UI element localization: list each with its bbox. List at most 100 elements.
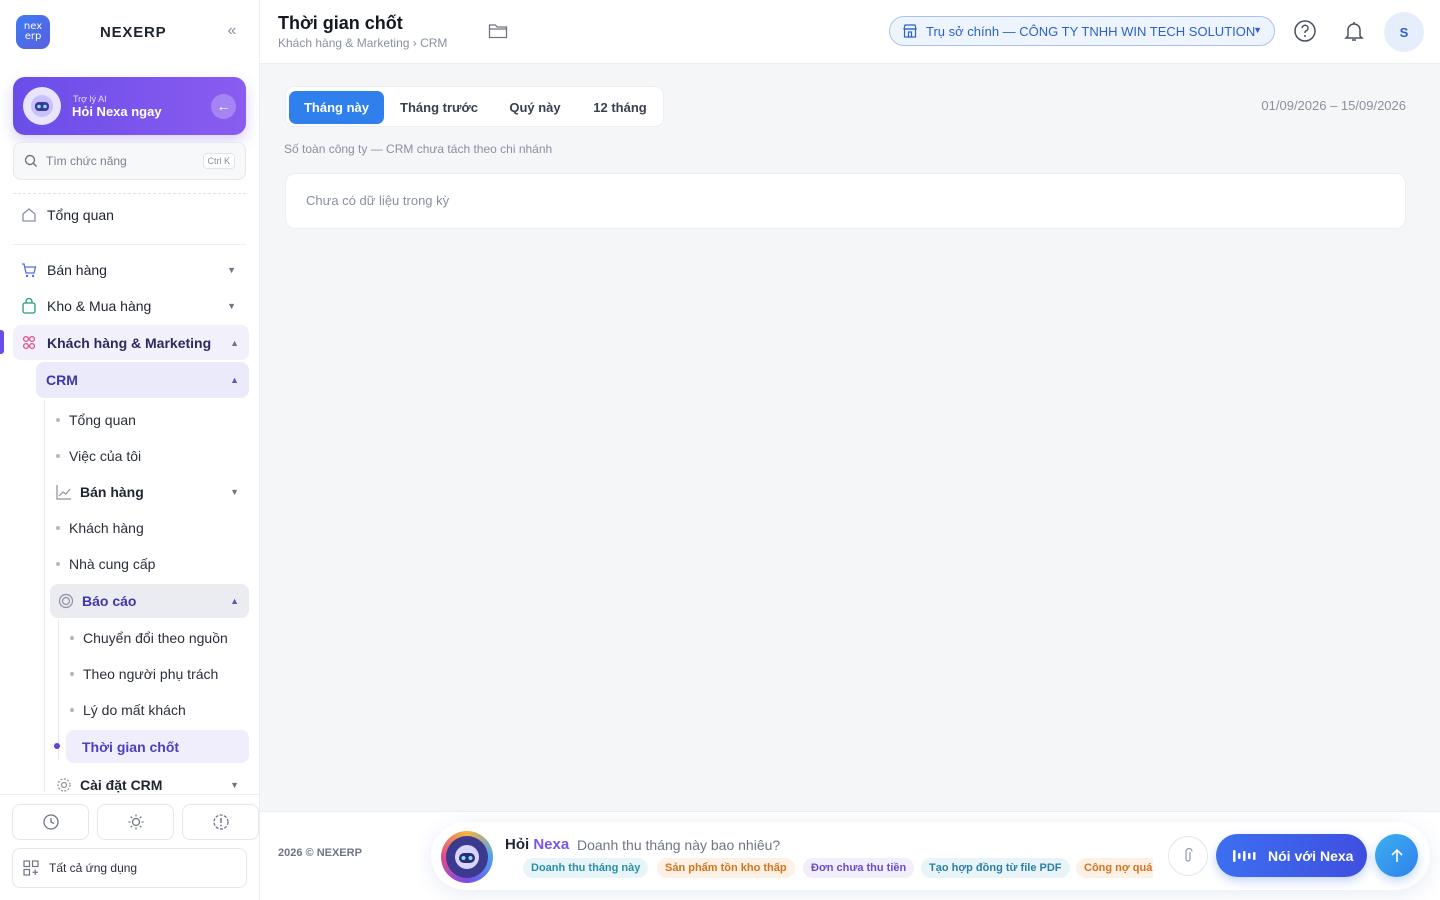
brand: nex erp NEXERP « [16, 15, 246, 49]
all-apps-label: Tất cả ứng dụng [49, 861, 138, 875]
user-avatar[interactable]: S [1384, 12, 1424, 52]
sidebar-item-label: Khách hàng [69, 520, 144, 536]
caret-down-icon: ▼ [227, 265, 236, 275]
sidebar-item-label: Bán hàng [47, 262, 107, 278]
search-icon [24, 154, 37, 167]
bullet-dot [56, 562, 60, 566]
collapse-sidebar-icon[interactable]: « [222, 22, 242, 42]
suggestion-chip[interactable]: Sản phẩm tồn kho thấp [657, 858, 795, 878]
sidebar-item-label: Cài đặt CRM [80, 777, 163, 793]
sidebar-subitem-crm-overview[interactable]: Tổng quan [56, 410, 136, 430]
report-icon [58, 593, 74, 609]
all-apps-button[interactable]: Tất cả ứng dụng [12, 848, 247, 888]
page-title: Thời gian chốt [278, 13, 403, 33]
sidebar-subitem-crm-sales[interactable]: Bán hàng ▼ [56, 482, 249, 502]
ask-ai-card[interactable]: Trợ lý AI Hỏi Nexa ngay ← [13, 77, 246, 135]
sidebar-item-reports[interactable]: Báo cáo ▲ [50, 584, 249, 618]
history-button[interactable] [12, 804, 89, 840]
chip-label: Sản phẩm tồn kho thấp [665, 862, 787, 874]
sidebar-subitem-by-owner[interactable]: Theo người phụ trách [70, 664, 218, 684]
report-issue-button[interactable] [182, 804, 259, 840]
sidebar-item-crm[interactable]: CRM ▲ [36, 362, 249, 398]
caret-up-icon: ▲ [230, 596, 239, 606]
sidebar-item-customers-marketing[interactable]: Khách hàng & Marketing ▲ [13, 325, 249, 360]
ai-card-subtitle: Trợ lý AI [73, 94, 107, 104]
chart-line-icon [56, 485, 71, 500]
sidebar-subitem-closing-time[interactable]: Thời gian chốt [66, 730, 249, 763]
sidebar-subitem-my-tasks[interactable]: Việc của tôi [56, 446, 141, 466]
caret-up-icon: ▲ [230, 375, 239, 385]
suggestion-chip[interactable]: Tạo hợp đồng từ file PDF [921, 858, 1070, 878]
date-range: 01/09/2026 – 15/09/2026 [1261, 98, 1406, 113]
sidebar-item-label: Nhà cung cấp [69, 556, 156, 572]
caret-down-icon: ▼ [230, 780, 239, 790]
tab-this-month[interactable]: Tháng này [289, 91, 384, 124]
sidebar-item-label: Lý do mất khách [83, 702, 186, 718]
suggestion-chips: Doanh thu tháng này Sản phẩm tồn kho thấ… [523, 858, 1153, 880]
attach-button[interactable] [1168, 836, 1208, 876]
send-button[interactable] [1375, 834, 1418, 877]
help-icon[interactable] [1293, 19, 1317, 43]
sidebar-item-label: Việc của tôi [69, 448, 142, 464]
robot-icon [23, 87, 61, 125]
divider [0, 794, 259, 795]
search-box: Ctrl K [13, 142, 246, 180]
scope-note: Số toàn công ty — CRM chưa tách theo chi… [284, 142, 553, 156]
divider [260, 811, 1440, 812]
sidebar-subitem-suppliers[interactable]: Nhà cung cấp [56, 554, 155, 574]
brand-name: NEXERP [100, 23, 167, 41]
tab-12-months[interactable]: 12 tháng [580, 91, 660, 124]
app-logo[interactable]: nex erp [16, 15, 50, 49]
chip-label: Tạo hợp đồng từ file PDF [929, 862, 1062, 874]
branch-selector[interactable]: Trụ sở chính — CÔNG TY TNHH WIN TECH SOL… [889, 16, 1275, 46]
suggestion-chip[interactable]: Đơn chưa thu tiền [803, 858, 915, 878]
logo-text-bottom: erp [24, 31, 42, 42]
ask-brand: Nexa [533, 836, 570, 853]
search-input[interactable] [46, 143, 206, 179]
ask-label: Hỏi Nexa [505, 836, 569, 853]
sidebar-item-label: Tổng quan [69, 412, 136, 428]
sidebar-item-label: Bán hàng [80, 484, 144, 500]
sidebar-subitem-crm-settings[interactable]: Cài đặt CRM ▼ [56, 775, 249, 795]
divider [13, 244, 246, 245]
sidebar-item-sales[interactable]: Bán hàng ▼ [20, 252, 246, 288]
bag-icon [20, 297, 38, 315]
folder-icon[interactable] [488, 22, 508, 40]
apps-grid-icon [23, 860, 39, 876]
tab-last-month[interactable]: Tháng trước [388, 91, 490, 124]
cart-icon [20, 261, 38, 279]
people-icon [20, 334, 38, 352]
robot-icon [446, 836, 488, 878]
bell-icon[interactable] [1342, 19, 1366, 43]
nexa-avatar[interactable] [441, 831, 493, 883]
voice-button-label: Nói với Nexa [1268, 847, 1354, 864]
top-header: Thời gian chốt Khách hàng & Marketing › … [260, 0, 1440, 64]
sun-icon [128, 814, 143, 830]
sidebar-item-overview[interactable]: Tổng quan [20, 197, 246, 233]
soundwave-icon [1233, 849, 1256, 862]
arrow-left-icon[interactable]: ← [211, 94, 236, 119]
paperclip-icon [1185, 848, 1193, 862]
suggestion-chip[interactable]: Công nợ quá hạn [1076, 858, 1153, 878]
copyright: 2026 © NEXERP [278, 847, 362, 859]
branch-label: Trụ sở chính — CÔNG TY TNHH WIN TECH SOL… [926, 23, 1256, 39]
theme-toggle-button[interactable] [97, 804, 174, 840]
home-icon [20, 206, 38, 224]
sidebar-item-inventory[interactable]: Kho & Mua hàng ▼ [20, 288, 246, 324]
talk-to-nexa-button[interactable]: Nói với Nexa [1216, 834, 1367, 877]
bullet-dot [70, 672, 74, 676]
sidebar-item-label: Chuyển đổi theo nguồn [83, 630, 228, 646]
sidebar-subitem-conversion-by-source[interactable]: Chuyển đổi theo nguồn [70, 628, 228, 648]
suggestion-chip[interactable]: Doanh thu tháng này [523, 858, 649, 878]
search-shortcut-badge: Ctrl K [202, 153, 235, 169]
sidebar-item-label: Theo người phụ trách [83, 666, 219, 682]
sidebar-subitem-customers[interactable]: Khách hàng [56, 518, 144, 538]
bullet-dot [56, 526, 60, 530]
ask-input[interactable] [577, 834, 1137, 856]
sidebar-item-label: Khách hàng & Marketing [47, 334, 212, 351]
sidebar-subitem-lost-reasons[interactable]: Lý do mất khách [70, 700, 186, 720]
caret-down-icon: ▼ [230, 487, 239, 497]
breadcrumb[interactable]: Khách hàng & Marketing › CRM [278, 36, 447, 50]
tab-this-quarter[interactable]: Quý này [494, 91, 576, 124]
sidebar: nex erp NEXERP « Trợ lý AI Hỏi Nexa ngay… [0, 0, 260, 900]
